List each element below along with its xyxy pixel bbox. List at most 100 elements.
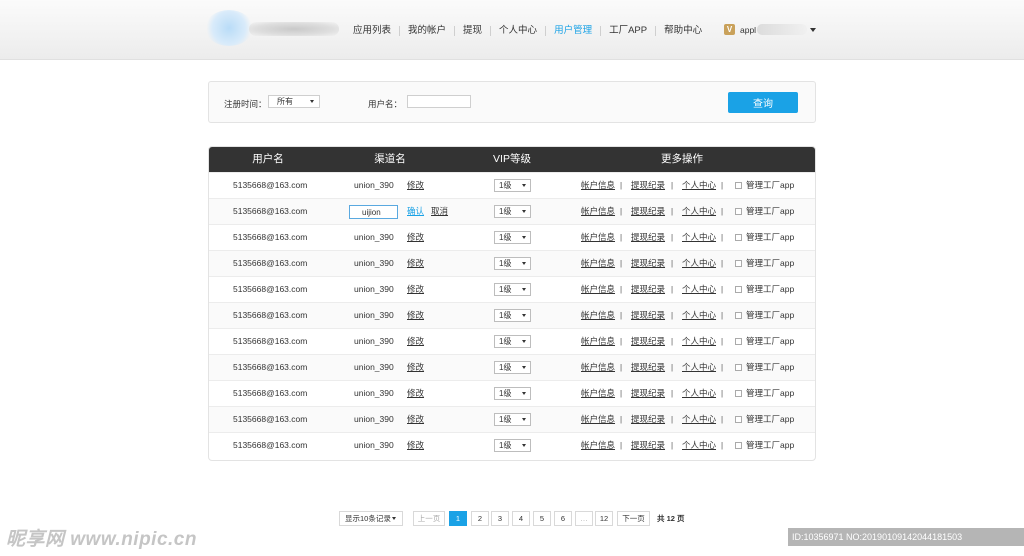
edit-link[interactable]: 修改: [407, 303, 424, 328]
vip-level-select[interactable]: 1级: [494, 309, 531, 322]
manage-app-label: 管理工厂app: [746, 180, 795, 190]
op-link-0[interactable]: 帐户信息: [581, 199, 615, 224]
op-link-1[interactable]: 提现纪录: [631, 407, 665, 432]
op-link-0[interactable]: 帐户信息: [581, 303, 615, 328]
op-link-2[interactable]: 个人中心: [682, 407, 716, 432]
page-button-4[interactable]: 4: [512, 511, 530, 526]
op-link-2[interactable]: 个人中心: [682, 303, 716, 328]
edit-link[interactable]: 修改: [407, 225, 424, 250]
nav-item-3[interactable]: 个人中心: [491, 25, 545, 37]
query-button[interactable]: 查询: [728, 92, 798, 113]
manage-app-checkbox[interactable]: [735, 442, 742, 449]
op-link-2[interactable]: 个人中心: [682, 251, 716, 276]
username-label: 用户名：: [368, 99, 403, 109]
page-button-3[interactable]: 3: [491, 511, 509, 526]
op-link-1[interactable]: 提现纪录: [631, 303, 665, 328]
chevron-down-icon: [392, 517, 396, 520]
edit-link[interactable]: 修改: [407, 277, 424, 302]
reg-time-select[interactable]: 所有: [268, 95, 320, 108]
page-button-12[interactable]: 12: [595, 511, 613, 526]
op-link-0[interactable]: 帐户信息: [581, 225, 615, 250]
manage-app-checkbox[interactable]: [735, 390, 742, 397]
op-link-0[interactable]: 帐户信息: [581, 277, 615, 302]
edit-link[interactable]: 修改: [407, 329, 424, 354]
user-name-blurred: [757, 24, 808, 35]
edit-link[interactable]: 修改: [407, 433, 424, 458]
logo[interactable]: [205, 10, 339, 46]
chevron-down-icon[interactable]: [810, 27, 817, 32]
manage-app-checkbox[interactable]: [735, 416, 742, 423]
nav-item-4[interactable]: 用户管理: [546, 25, 600, 37]
manage-app-checkbox[interactable]: [735, 312, 742, 319]
op-link-1[interactable]: 提现纪录: [631, 225, 665, 250]
vip-level-select[interactable]: 1级: [494, 335, 531, 348]
page-button-5[interactable]: 5: [533, 511, 551, 526]
page-button-2[interactable]: 2: [471, 511, 489, 526]
page-size-select[interactable]: 显示10条记录: [339, 511, 403, 526]
vip-level-select[interactable]: 1级: [494, 257, 531, 270]
op-link-1[interactable]: 提现纪录: [631, 173, 665, 198]
vip-level-select[interactable]: 1级: [494, 439, 531, 452]
nav-item-1[interactable]: 我的帐户: [400, 25, 454, 37]
vip-level-select[interactable]: 1级: [494, 413, 531, 426]
op-link-2[interactable]: 个人中心: [682, 173, 716, 198]
manage-app-checkbox[interactable]: [735, 208, 742, 215]
edit-link[interactable]: 修改: [407, 355, 424, 380]
vip-level-select[interactable]: 1级: [494, 283, 531, 296]
op-link-0[interactable]: 帐户信息: [581, 355, 615, 380]
op-link-2[interactable]: 个人中心: [682, 381, 716, 406]
confirm-link[interactable]: 确认: [407, 199, 424, 224]
edit-link[interactable]: 修改: [407, 251, 424, 276]
op-link-2[interactable]: 个人中心: [682, 329, 716, 354]
next-page-button[interactable]: 下一页: [617, 511, 650, 526]
vip-level-select[interactable]: 1级: [494, 387, 531, 400]
op-link-1[interactable]: 提现纪录: [631, 433, 665, 458]
chevron-down-icon: [522, 444, 526, 447]
vip-level-select[interactable]: 1级: [494, 205, 531, 218]
page-button-1[interactable]: 1: [449, 511, 467, 526]
op-link-1[interactable]: 提现纪录: [631, 355, 665, 380]
manage-app-checkbox[interactable]: [735, 364, 742, 371]
manage-app-checkbox[interactable]: [735, 338, 742, 345]
manage-app-checkbox[interactable]: [735, 286, 742, 293]
vip-level-select[interactable]: 1级: [494, 231, 531, 244]
user-menu[interactable]: V appl: [724, 24, 817, 35]
op-link-1[interactable]: 提现纪录: [631, 199, 665, 224]
username-input[interactable]: [407, 95, 471, 108]
top-header: 应用列表 我的帐户 提现 个人中心 用户管理 工厂APP 帮助中心 V appl: [0, 0, 1024, 60]
vip-level-select[interactable]: 1级: [494, 179, 531, 192]
channel-edit-input[interactable]: [349, 205, 398, 219]
op-link-1[interactable]: 提现纪录: [631, 329, 665, 354]
prev-page-button[interactable]: 上一页: [413, 511, 445, 526]
edit-link[interactable]: 修改: [407, 407, 424, 432]
op-link-2[interactable]: 个人中心: [682, 199, 716, 224]
op-link-1[interactable]: 提现纪录: [631, 251, 665, 276]
op-link-0[interactable]: 帐户信息: [581, 381, 615, 406]
nav-item-0[interactable]: 应用列表: [345, 25, 399, 37]
op-link-1[interactable]: 提现纪录: [631, 277, 665, 302]
op-link-0[interactable]: 帐户信息: [581, 329, 615, 354]
nav-item-5[interactable]: 工厂APP: [601, 25, 655, 37]
edit-link[interactable]: 修改: [407, 381, 424, 406]
op-link-0[interactable]: 帐户信息: [581, 433, 615, 458]
op-link-2[interactable]: 个人中心: [682, 277, 716, 302]
op-link-0[interactable]: 帐户信息: [581, 407, 615, 432]
op-separator: |: [671, 415, 674, 424]
op-link-0[interactable]: 帐户信息: [581, 251, 615, 276]
manage-app-checkbox[interactable]: [735, 182, 742, 189]
op-link-0[interactable]: 帐户信息: [581, 173, 615, 198]
nav-item-2[interactable]: 提现: [455, 25, 490, 37]
op-link-2[interactable]: 个人中心: [682, 433, 716, 458]
table-row: 5135668@163.com union_390 修改 1级 帐户信息 提现纪录 个人中心…: [209, 328, 815, 354]
manage-app-checkbox[interactable]: [735, 260, 742, 267]
cancel-link[interactable]: 取消: [431, 199, 448, 224]
op-link-2[interactable]: 个人中心: [682, 225, 716, 250]
edit-link[interactable]: 修改: [407, 173, 424, 198]
vip-level-value: 1级: [499, 363, 512, 372]
manage-app-checkbox[interactable]: [735, 234, 742, 241]
page-button-6[interactable]: 6: [554, 511, 572, 526]
vip-level-select[interactable]: 1级: [494, 361, 531, 374]
op-link-1[interactable]: 提现纪录: [631, 381, 665, 406]
op-link-2[interactable]: 个人中心: [682, 355, 716, 380]
nav-item-6[interactable]: 帮助中心: [656, 25, 710, 37]
